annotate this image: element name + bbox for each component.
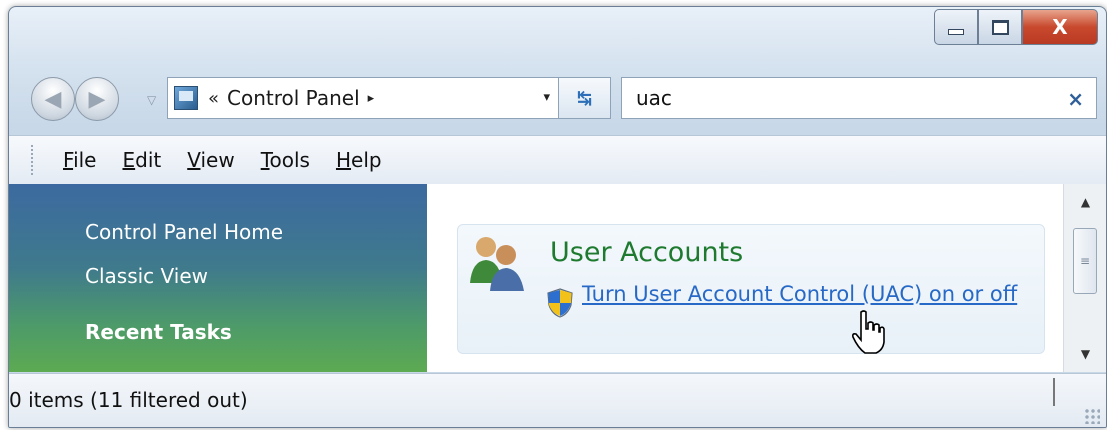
back-arrow-icon: ◀: [44, 86, 62, 112]
forward-arrow-icon: ▶: [88, 86, 106, 112]
status-divider: [1053, 378, 1055, 406]
control-panel-icon: [174, 86, 198, 110]
menu-file-accel: F: [63, 148, 74, 172]
vertical-scrollbar[interactable]: ▲ ≡ ▼: [1063, 184, 1106, 372]
status-bar: 0 items (11 filtered out): [9, 373, 1106, 427]
chevron-down-icon: ▽: [147, 93, 157, 107]
control-panel-home-link[interactable]: Control Panel Home: [85, 220, 283, 244]
close-button[interactable]: X: [1022, 9, 1098, 45]
status-text: 0 items (11 filtered out): [9, 388, 248, 412]
classic-view-link[interactable]: Classic View: [85, 264, 208, 288]
hand-cursor-icon: [852, 310, 885, 354]
toolbar-grip[interactable]: [31, 145, 37, 175]
menu-tools-label: ools: [269, 148, 310, 172]
search-input[interactable]: [634, 85, 1038, 111]
menu-help[interactable]: Help: [336, 148, 382, 172]
menu-help-accel: H: [335, 148, 352, 172]
maximize-button[interactable]: [978, 9, 1022, 45]
maximize-icon: [991, 19, 1009, 35]
category-title[interactable]: User Accounts: [550, 237, 743, 268]
breadcrumb-arrow-icon[interactable]: ▸: [368, 91, 375, 106]
menu-help-label: elp: [351, 148, 382, 172]
turn-uac-on-off-link[interactable]: Turn User Account Control (UAC) on or of…: [582, 279, 1022, 310]
scroll-down-arrow-icon[interactable]: ▼: [1064, 336, 1106, 372]
forward-button[interactable]: ▶: [75, 77, 119, 121]
menu-edit[interactable]: Edit: [122, 148, 161, 172]
menu-bar: File Edit View Tools Help: [9, 135, 1106, 185]
menu-edit-label: dit: [135, 148, 162, 172]
menu-view-label: iew: [200, 148, 235, 172]
breadcrumb-control-panel[interactable]: Control Panel: [227, 86, 360, 110]
minimize-button[interactable]: [934, 9, 978, 45]
back-button[interactable]: ◀: [31, 77, 75, 121]
menu-view-accel: V: [187, 148, 201, 172]
user-accounts-result: User Accounts Turn User Account Control …: [457, 224, 1045, 354]
menu-tools-accel: T: [260, 148, 270, 172]
recent-tasks-heading: Recent Tasks: [85, 320, 232, 344]
user-accounts-icon: [470, 237, 524, 291]
scroll-thumb[interactable]: ≡: [1073, 228, 1097, 294]
menu-edit-accel: E: [122, 148, 136, 172]
clear-search-icon[interactable]: ×: [1067, 87, 1084, 111]
address-bar[interactable]: « Control Panel ▸ ▾: [167, 77, 559, 119]
refresh-button[interactable]: ↹: [559, 77, 611, 119]
menu-tools[interactable]: Tools: [261, 148, 310, 172]
explorer-window: X ◀ ▶ ▽ « Control Panel ▸ ▾ ↹ × File Edi…: [8, 6, 1107, 428]
uac-shield-icon: [547, 288, 573, 318]
minimize-icon: [948, 29, 964, 35]
menu-file-label: ile: [73, 148, 97, 172]
address-dropdown-icon[interactable]: ▾: [543, 90, 550, 105]
resize-grip[interactable]: [1084, 408, 1100, 424]
results-pane: User Accounts Turn User Account Control …: [427, 184, 1106, 372]
close-icon: X: [1052, 15, 1068, 39]
caption-buttons: X: [934, 9, 1098, 49]
recent-pages-dropdown[interactable]: ▽: [147, 93, 156, 107]
refresh-icon: ↹: [576, 87, 593, 109]
search-box[interactable]: ×: [621, 77, 1097, 119]
breadcrumb-overflow[interactable]: «: [208, 88, 219, 109]
task-pane: Control Panel Home Classic View Recent T…: [9, 184, 427, 372]
menu-file[interactable]: File: [63, 148, 96, 172]
scroll-up-arrow-icon[interactable]: ▲: [1064, 184, 1106, 220]
menu-view[interactable]: View: [187, 148, 234, 172]
